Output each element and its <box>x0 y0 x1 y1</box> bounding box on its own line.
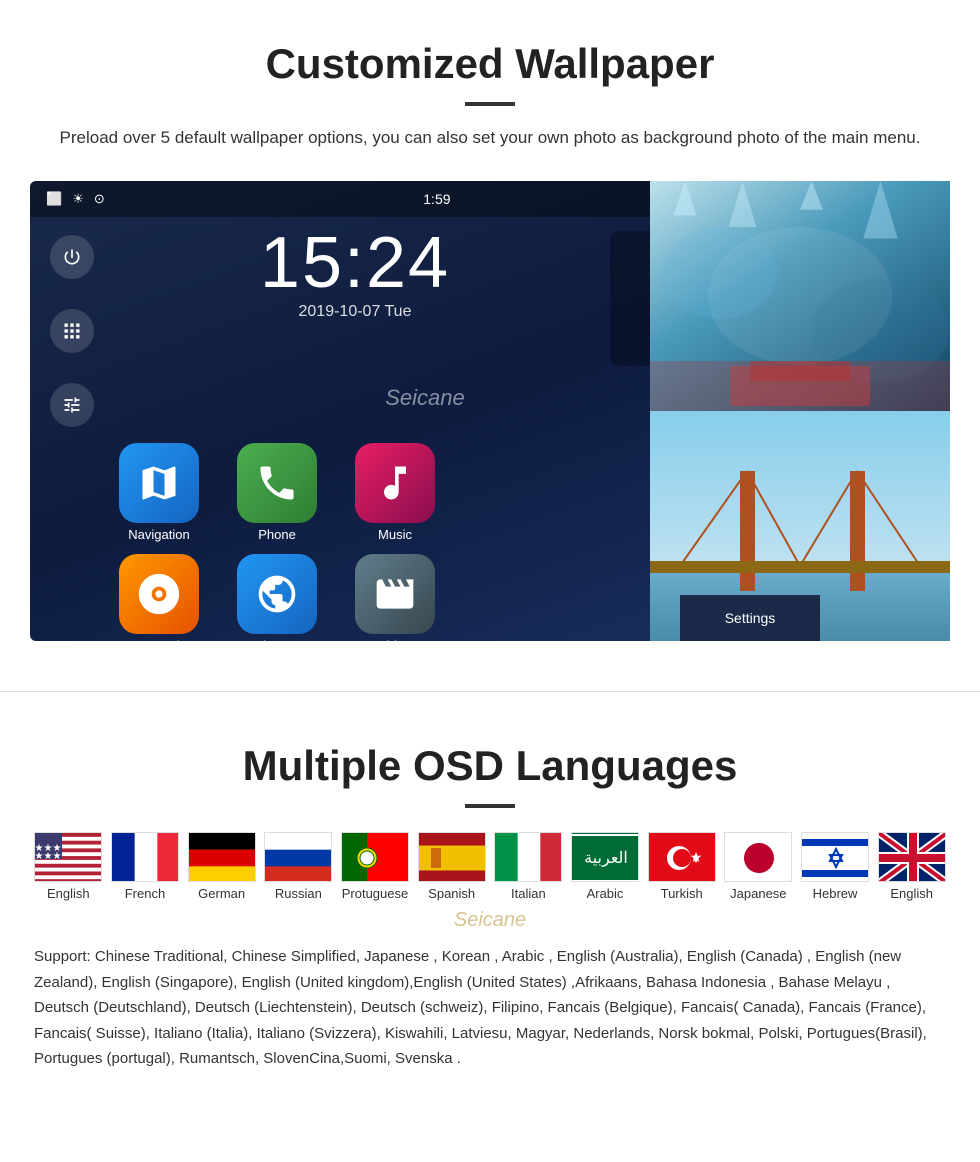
app-music[interactable]: Music <box>340 443 450 542</box>
app-chrome[interactable]: Chrome <box>222 554 332 641</box>
flag-label-turkish: Turkish <box>661 886 703 901</box>
flag-label-russian: Russian <box>275 886 322 901</box>
flag-label-spanish: Spanish <box>428 886 475 901</box>
flag-item-turkish: ★ Turkish <box>643 832 720 901</box>
flag-item-german: German <box>183 832 260 901</box>
flag-label-arabic: Arabic <box>587 886 624 901</box>
btmusic-app-icon <box>119 554 199 634</box>
left-controls <box>50 235 94 427</box>
btmusic-app-label: BT Music <box>132 638 186 641</box>
clock-date: 2019-10-07 Tue <box>110 303 600 321</box>
status-left: ⬜ ☀ ⊙ <box>46 191 105 207</box>
music-app-label: Music <box>378 527 412 542</box>
wallpaper-description: Preload over 5 default wallpaper options… <box>40 124 940 151</box>
svg-text:العربية: العربية <box>584 850 628 867</box>
flag-it <box>494 832 562 882</box>
page-divider <box>0 691 980 692</box>
navigation-app-icon <box>119 443 199 523</box>
home-icon: ⬜ <box>46 191 62 207</box>
settings-label: Settings <box>725 610 776 626</box>
flag-es <box>418 832 486 882</box>
flag-label-french: French <box>125 886 165 901</box>
wallpaper-ice-panel <box>650 181 950 411</box>
support-text: Support: Chinese Traditional, Chinese Si… <box>30 944 950 1072</box>
flag-label-hebrew: Hebrew <box>813 886 858 901</box>
flag-jp <box>724 832 792 882</box>
flag-label-english-uk: English <box>890 886 933 901</box>
flag-pt <box>341 832 409 882</box>
app-phone[interactable]: Phone <box>222 443 332 542</box>
phone-app-label: Phone <box>258 527 296 542</box>
app-video[interactable]: Video <box>340 554 450 641</box>
wallpaper-title: Customized Wallpaper <box>30 40 950 88</box>
chrome-app-icon <box>237 554 317 634</box>
brightness-icon: ☀ <box>72 191 84 207</box>
wallpaper-panels <box>650 181 950 641</box>
svg-text:★★★: ★★★ <box>35 851 61 862</box>
languages-section: Multiple OSD Languages ★★★ ★★★ En <box>0 712 980 1102</box>
flag-item-spanish: Spanish <box>413 832 490 901</box>
flag-label-german: German <box>198 886 245 901</box>
grid-button[interactable] <box>50 309 94 353</box>
flag-item-japanese: Japanese <box>720 832 797 901</box>
status-time: 1:59 <box>423 191 450 207</box>
flag-ar: العربية <box>571 832 639 882</box>
flag-ru <box>264 832 332 882</box>
flag-item-english-uk: English <box>873 832 950 901</box>
languages-divider <box>465 804 515 808</box>
app-btmusic[interactable]: BT Music <box>104 554 214 641</box>
clock-time: 15:24 <box>110 227 600 299</box>
app-navigation[interactable]: Navigation <box>104 443 214 542</box>
wallpaper-section: Customized Wallpaper Preload over 5 defa… <box>0 0 980 671</box>
languages-title: Multiple OSD Languages <box>30 742 950 790</box>
flag-fr <box>111 832 179 882</box>
chrome-app-label: Chrome <box>254 638 300 641</box>
video-app-label: Video <box>378 638 411 641</box>
flag-item-arabic: العربية Arabic <box>567 832 644 901</box>
seicane-flags-watermark: Seicane <box>30 909 950 932</box>
flag-de <box>188 832 256 882</box>
flag-gb <box>878 832 946 882</box>
flag-label-italian: Italian <box>511 886 546 901</box>
flag-us: ★★★ ★★★ <box>34 832 102 882</box>
flag-label-portuguese: Protuguese <box>342 886 409 901</box>
music-app-icon <box>355 443 435 523</box>
location-icon: ⊙ <box>94 191 105 207</box>
flag-item-hebrew: Hebrew <box>797 832 874 901</box>
flags-row: ★★★ ★★★ English French <box>30 832 950 901</box>
flag-item-french: French <box>107 832 184 901</box>
clock-date-block: 15:24 2019-10-07 Tue <box>110 227 600 321</box>
flag-item-russian: Russian <box>260 832 337 901</box>
navigation-app-label: Navigation <box>128 527 189 542</box>
title-divider <box>465 102 515 106</box>
screenshot-composite: ⬜ ☀ ⊙ 1:59 ▭ ↩ <box>30 181 950 641</box>
settings-panel: Settings <box>680 595 820 641</box>
flag-tr: ★ <box>648 832 716 882</box>
flag-item-portuguese: Protuguese <box>337 832 414 901</box>
svg-text:★: ★ <box>689 849 702 865</box>
flag-label-english: English <box>47 886 90 901</box>
phone-app-icon <box>237 443 317 523</box>
video-app-icon <box>355 554 435 634</box>
flag-il <box>801 832 869 882</box>
flag-item-english: ★★★ ★★★ English <box>30 832 107 901</box>
flag-label-japanese: Japanese <box>730 886 786 901</box>
flag-item-italian: Italian <box>490 832 567 901</box>
settings-button[interactable] <box>50 383 94 427</box>
power-button[interactable] <box>50 235 94 279</box>
